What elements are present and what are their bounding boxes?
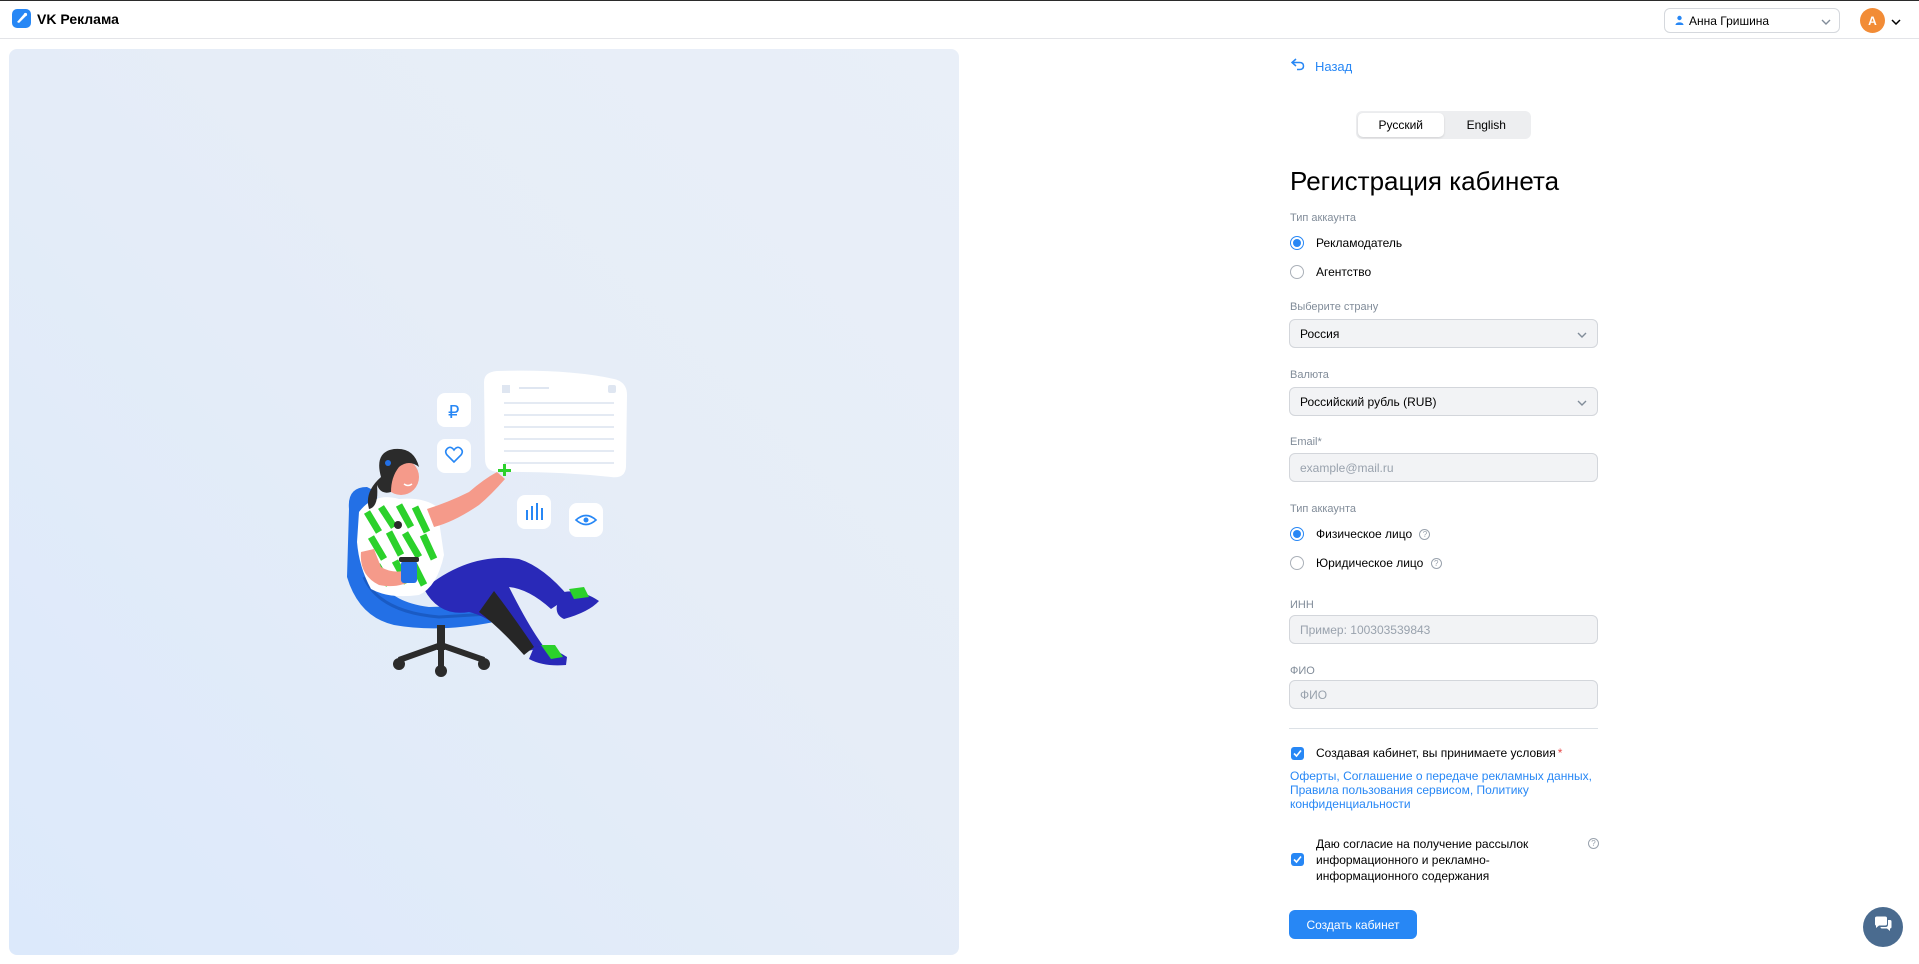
terms-text: Создавая кабинет, вы принимаете условия * — [1316, 745, 1562, 761]
newsletter-line-3: информационного содержания — [1316, 869, 1490, 883]
illustration-panel: ₽ — [9, 49, 959, 955]
radio-agency[interactable]: Агентство — [1290, 265, 1371, 279]
language-switch: Русский English — [1356, 111, 1531, 139]
required-mark: * — [1557, 746, 1563, 760]
account-type-label: Тип аккаунта — [1290, 212, 1356, 224]
logo-text: VK Реклама — [37, 10, 119, 27]
woman-in-chair-illustration: ₽ — [319, 327, 659, 687]
checkmark-icon — [1293, 749, 1302, 758]
radio-legal-entity[interactable]: Юридическое лицо ? — [1290, 556, 1442, 570]
newsletter-checkbox[interactable] — [1291, 853, 1304, 866]
terms-label: Создавая кабинет, вы принимаете условия — [1316, 746, 1556, 760]
inn-label: ИНН — [1290, 599, 1314, 611]
terms-links[interactable]: Оферты, Соглашение о передаче рекламных … — [1290, 769, 1600, 811]
newsletter-line-2: информационного и рекламно- — [1316, 853, 1490, 867]
user-icon — [1675, 14, 1684, 28]
back-link-label: Назад — [1315, 58, 1353, 74]
top-bar: VK Реклама Анна Гришина А — [0, 0, 1919, 39]
undo-arrow-icon — [1290, 58, 1305, 74]
radio-agency-label: Агентство — [1316, 265, 1372, 279]
newsletter-line-1: Даю согласие на получение рассылок — [1316, 837, 1529, 851]
country-label: Выберите страну — [1290, 301, 1379, 313]
chevron-down-icon — [1891, 12, 1901, 30]
fio-label: ФИО — [1290, 665, 1315, 677]
page-title: Регистрация кабинета — [1290, 166, 1560, 196]
question-icon[interactable]: ? — [1419, 529, 1431, 541]
svg-text:₽: ₽ — [448, 402, 459, 423]
radio-individual-label: Физическое лицо — [1316, 527, 1413, 541]
currency-select-value: Российский рубль (RUB) — [1300, 394, 1437, 409]
radio-button — [1290, 527, 1304, 541]
chevron-down-icon — [1577, 395, 1587, 409]
profile-menu[interactable]: А — [1860, 8, 1901, 33]
question-icon[interactable]: ? — [1430, 558, 1442, 570]
currency-select[interactable]: Российский рубль (RUB) — [1289, 387, 1598, 416]
create-cabinet-button[interactable]: Создать кабинет — [1289, 910, 1417, 939]
fio-field[interactable] — [1289, 680, 1598, 709]
email-label: Email* — [1290, 436, 1322, 448]
country-select-value: Россия — [1300, 326, 1340, 341]
question-icon[interactable]: ? — [1588, 838, 1599, 849]
chevron-down-icon — [1821, 14, 1831, 28]
vk-ads-logo-icon — [12, 9, 31, 28]
country-select[interactable]: Россия — [1289, 319, 1598, 348]
language-option-english[interactable]: English — [1444, 113, 1530, 137]
radio-advertiser-label: Рекламодатель — [1316, 236, 1403, 250]
chat-support-button[interactable] — [1863, 907, 1903, 947]
divider — [1289, 728, 1598, 729]
radio-advertiser[interactable]: Рекламодатель — [1290, 236, 1402, 250]
radio-legal-entity-label: Юридическое лицо — [1316, 556, 1424, 570]
email-field[interactable] — [1289, 453, 1598, 482]
radio-individual[interactable]: Физическое лицо ? — [1290, 527, 1431, 541]
account-switcher-name: Анна Гришина — [1689, 13, 1770, 28]
chat-bubbles-icon — [1873, 916, 1893, 938]
radio-button — [1290, 556, 1304, 570]
avatar: А — [1860, 8, 1885, 33]
radio-button — [1290, 265, 1304, 279]
person-type-label: Тип аккаунта — [1290, 503, 1356, 515]
checkmark-icon — [1293, 855, 1302, 864]
terms-checkbox[interactable] — [1291, 747, 1304, 760]
radio-button — [1290, 236, 1304, 250]
language-option-russian[interactable]: Русский — [1358, 113, 1444, 137]
currency-label: Валюта — [1290, 369, 1329, 381]
chevron-down-icon — [1577, 327, 1587, 341]
back-link[interactable]: Назад — [1290, 58, 1353, 74]
inn-field[interactable] — [1289, 615, 1598, 644]
account-switcher[interactable]: Анна Гришина — [1664, 8, 1840, 33]
newsletter-text: Даю согласие на получение рассылок инфор… — [1316, 836, 1576, 884]
vk-ads-logo[interactable]: VK Реклама — [12, 9, 119, 28]
